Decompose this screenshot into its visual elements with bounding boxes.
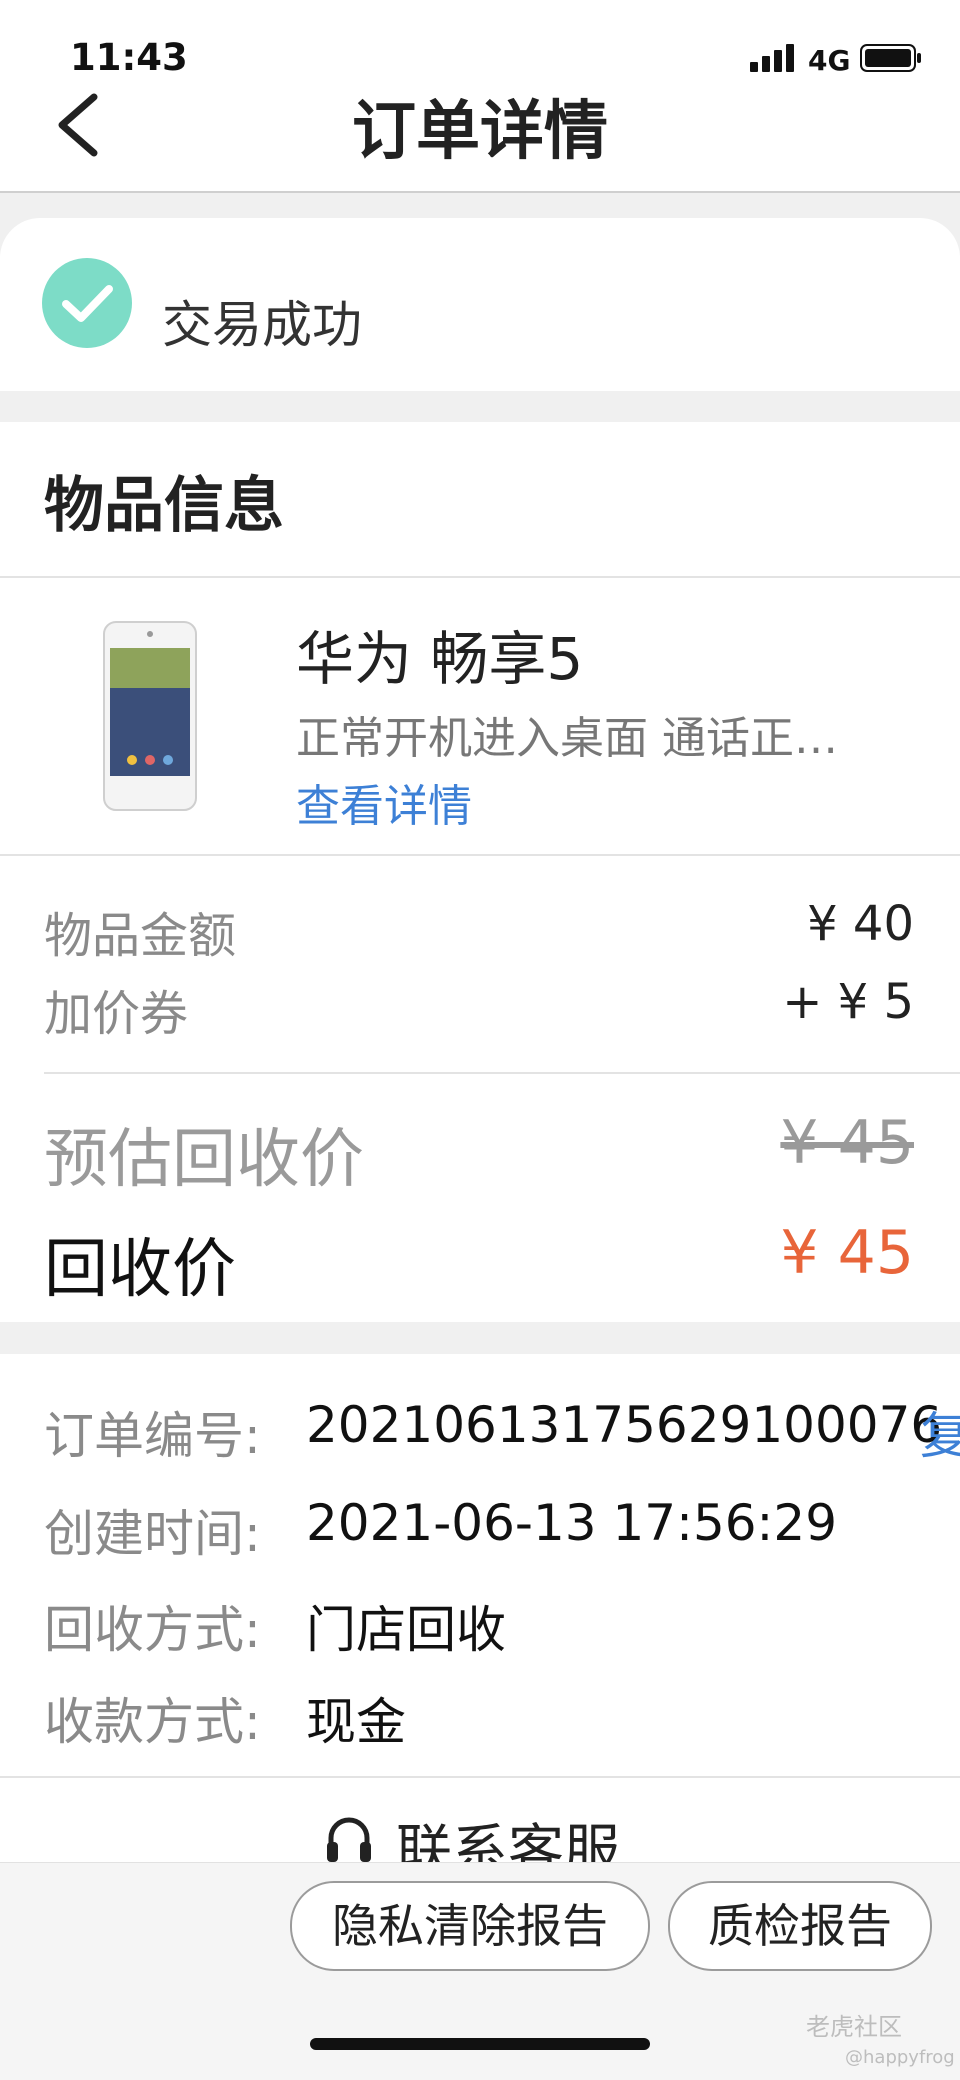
product-name: 华为 畅享5 [296, 625, 584, 693]
headset-icon[interactable] [324, 1814, 374, 1866]
page-title: 订单详情 [352, 95, 608, 169]
coupon-label: 加价券 [44, 986, 189, 1042]
product-image [103, 621, 197, 811]
coupon-value: + ¥ 5 [782, 974, 914, 1030]
final-price-label: 回收价 [44, 1233, 236, 1307]
signal-icon [750, 44, 794, 72]
check-circle-icon [42, 258, 132, 348]
divider [0, 854, 960, 856]
network-label: 4G [808, 44, 851, 77]
order-status-card [0, 218, 960, 391]
divider [0, 576, 960, 578]
privacy-report-button[interactable]: 隐私清除报告 [290, 1881, 650, 1971]
status-time: 11:43 [70, 36, 188, 79]
view-details-link[interactable]: 查看详情 [296, 770, 472, 834]
quality-report-button[interactable]: 质检报告 [668, 1881, 932, 1971]
divider [0, 1776, 960, 1778]
copy-button[interactable]: 复 [920, 1396, 960, 1468]
order-number-value: 20210613175629100076 [306, 1396, 943, 1454]
amount-label: 物品金额 [44, 908, 237, 964]
estimated-price-label: 预估回收价 [44, 1123, 364, 1197]
goods-section-title: 物品信息 [44, 471, 284, 541]
order-number-label: 订单编号: [44, 1407, 261, 1465]
recycle-method-value: 门店回收 [306, 1601, 506, 1659]
final-price-value: ¥ 45 [780, 1218, 914, 1288]
product-description: 正常开机进入桌面 通话正… [296, 713, 838, 764]
battery-icon [860, 44, 921, 72]
watermark-handle: @happyfrog [845, 2047, 955, 2068]
payment-method-value: 现金 [306, 1693, 406, 1751]
estimated-price-value: ¥ 45 [780, 1108, 914, 1178]
payment-method-label: 收款方式: [44, 1693, 261, 1751]
recycle-method-label: 回收方式: [44, 1601, 261, 1659]
home-indicator[interactable] [310, 2038, 650, 2050]
order-status-text: 交易成功 [162, 296, 362, 354]
divider [44, 1072, 960, 1074]
created-time-value: 2021-06-13 17:56:29 [306, 1494, 838, 1552]
watermark: 老虎社区 [806, 2013, 902, 2041]
amount-value: ¥ 40 [807, 896, 914, 952]
created-time-label: 创建时间: [44, 1505, 261, 1563]
